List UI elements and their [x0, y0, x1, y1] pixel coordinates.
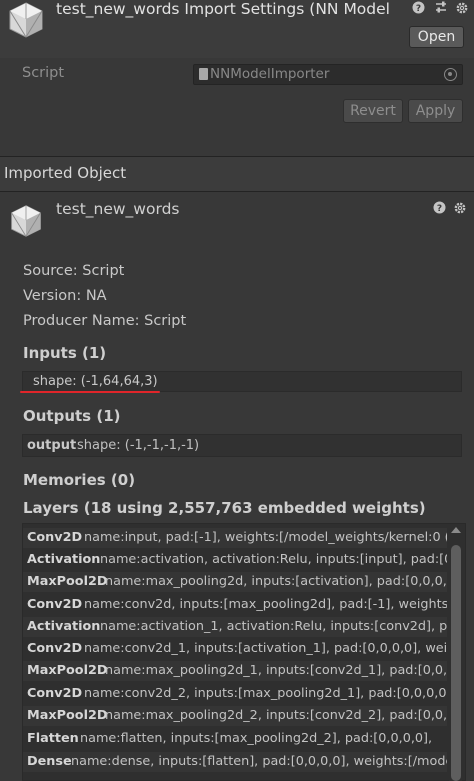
- layer-row: Dense name:dense, inputs:[flatten], pad:…: [23, 752, 447, 772]
- layer-type: MaxPool2D: [27, 708, 108, 723]
- layer-type: Conv2D: [27, 530, 83, 545]
- layer-type: Flatten: [27, 731, 79, 746]
- layer-params: name:activation, activation:Relu, inputs…: [100, 552, 447, 567]
- layer-row: Conv2D name:conv2d_1, inputs:[activation…: [23, 639, 447, 659]
- revert-button[interactable]: Revert: [343, 99, 403, 123]
- model-asset-icon: [11, 205, 41, 237]
- gear-icon[interactable]: [453, 201, 467, 218]
- memories-title: Memories (0): [23, 471, 136, 489]
- source-info: Source: Script: [23, 263, 125, 279]
- layer-row: MaxPool2D name:max_pooling2d_1, inputs:[…: [23, 661, 447, 681]
- layer-row: Activation name:activation_1, activation…: [23, 617, 447, 637]
- output-item: output shape: (-1,-1,-1,-1): [22, 434, 462, 457]
- divider: [0, 191, 474, 192]
- layer-type: Dense: [27, 754, 72, 769]
- layer-row: Activation name:activation, activation:R…: [23, 550, 447, 570]
- scrollbar-thumb[interactable]: [451, 545, 461, 781]
- layer-params: name:max_pooling2d_1, inputs:[conv2d_1],…: [105, 663, 447, 678]
- layer-params: name:dense, inputs:[flatten], pad:[0,0,0…: [71, 754, 447, 769]
- output-name: output: [27, 438, 77, 453]
- input-item: shape: (-1,64,64,3): [22, 371, 462, 392]
- layer-row: MaxPool2D name:max_pooling2d_2, inputs:[…: [23, 706, 447, 726]
- layer-type: Activation: [27, 619, 101, 634]
- layer-type: MaxPool2D: [27, 574, 108, 589]
- imported-object-header: Imported Object: [0, 157, 474, 191]
- layer-type: Activation: [27, 552, 101, 567]
- script-label: Script: [22, 65, 65, 81]
- open-button[interactable]: Open: [409, 26, 464, 48]
- layer-params: name:conv2d_2, inputs:[max_pooling2d_1],…: [84, 686, 447, 701]
- layers-list[interactable]: Conv2D name:input, pad:[-1], weights:[/m…: [22, 523, 466, 781]
- script-object-field[interactable]: NNModelImporter: [193, 64, 463, 85]
- inputs-title: Inputs (1): [23, 344, 107, 362]
- apply-button[interactable]: Apply: [408, 99, 463, 123]
- outputs-title: Outputs (1): [23, 407, 121, 425]
- layer-params: name:input, pad:[-1], weights:[/model_we…: [84, 530, 447, 545]
- script-file-icon: [199, 68, 208, 80]
- annotation-underline: [20, 391, 160, 393]
- help-icon[interactable]: ?: [433, 201, 446, 217]
- object-picker-icon[interactable]: [444, 68, 457, 81]
- layer-params: name:activation_1, activation:Relu, inpu…: [100, 619, 447, 634]
- help-icon[interactable]: ?: [412, 1, 425, 17]
- gear-icon[interactable]: [455, 1, 469, 18]
- svg-text:?: ?: [437, 204, 442, 214]
- layer-type: Conv2D: [27, 641, 83, 656]
- output-shape: shape: (-1,-1,-1,-1): [77, 438, 200, 453]
- layer-row: Conv2D name:conv2d_2, inputs:[max_poolin…: [23, 684, 447, 704]
- layer-row: Flatten name:flatten, inputs:[max_poolin…: [23, 729, 447, 749]
- svg-text:?: ?: [416, 4, 421, 14]
- producer-info: Producer Name: Script: [23, 313, 187, 329]
- input-shape: shape: (-1,64,64,3): [33, 374, 158, 389]
- scroll-up-arrow-icon[interactable]: [451, 527, 461, 533]
- script-row: Script NNModelImporter: [0, 58, 474, 92]
- inspector-title: test_new_words Import Settings (NN Model: [56, 0, 390, 18]
- layer-row: Conv2D name:conv2d, inputs:[max_pooling2…: [23, 595, 447, 615]
- layer-type: MaxPool2D: [27, 663, 108, 678]
- layer-row: MaxPool2D name:max_pooling2d, inputs:[ac…: [23, 572, 447, 592]
- layer-params: name:max_pooling2d, inputs:[activation],…: [105, 574, 447, 589]
- model-asset-icon: [9, 2, 43, 38]
- script-value: NNModelImporter: [210, 66, 330, 82]
- layer-params: name:flatten, inputs:[max_pooling2d_2], …: [80, 731, 433, 746]
- layers-title: Layers (18 using 2,557,763 embedded weig…: [23, 499, 426, 517]
- layer-params: name:max_pooling2d_2, inputs:[conv2d_2],…: [105, 708, 447, 723]
- layer-row: Conv2D name:input, pad:[-1], weights:[/m…: [23, 528, 447, 548]
- layer-type: Conv2D: [27, 686, 83, 701]
- layer-type: Conv2D: [27, 597, 83, 612]
- preset-sliders-icon[interactable]: [434, 1, 448, 17]
- object-name: test_new_words: [56, 200, 180, 218]
- imported-object-label: Imported Object: [4, 164, 127, 182]
- inspector-header: test_new_words Import Settings (NN Model…: [0, 0, 474, 58]
- version-info: Version: NA: [23, 288, 107, 304]
- layer-params: name:conv2d_1, inputs:[activation_1], pa…: [84, 641, 447, 656]
- layer-params: name:conv2d, inputs:[max_pooling2d], pad…: [84, 597, 447, 612]
